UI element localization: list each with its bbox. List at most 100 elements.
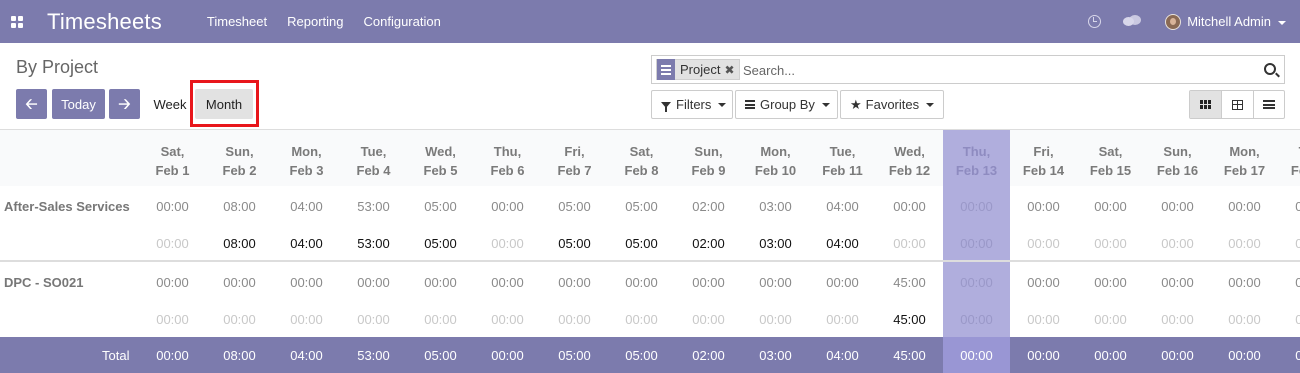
timesheet-cell[interactable]: 00:00 [474, 236, 541, 251]
column-total-cell: 00:00 [1027, 348, 1060, 363]
next-button[interactable]: 🡢 [109, 89, 140, 119]
table-icon [1231, 99, 1243, 110]
group-total-cell: 00:00 [692, 275, 725, 290]
search-facet[interactable]: Project ✖ [656, 59, 740, 80]
timesheet-cell[interactable]: 00:00 [1010, 312, 1077, 327]
today-button[interactable]: Today [52, 89, 105, 119]
menu-configuration[interactable]: Configuration [363, 14, 440, 29]
group-by-dropdown[interactable]: Group By [735, 90, 838, 119]
user-menu[interactable]: Mitchell Admin [1187, 14, 1286, 29]
timesheet-cell[interactable]: 05:00 [407, 236, 474, 251]
timesheet-cell[interactable]: 00:00 [1077, 312, 1144, 327]
top-navbar: Timesheets Timesheet Reporting Configura… [0, 0, 1300, 43]
timesheet-cell[interactable]: 00:00 [876, 236, 943, 251]
user-avatar[interactable] [1165, 13, 1182, 30]
column-date: Feb 18 [1290, 163, 1300, 178]
timesheet-cell[interactable]: 00:00 [139, 236, 206, 251]
timesheet-cell[interactable]: 00:00 [943, 312, 1010, 327]
highlight-annotation [190, 80, 259, 127]
timesheet-cell[interactable]: 00:00 [1278, 312, 1300, 327]
chevron-down-icon [1278, 20, 1286, 25]
menu-timesheet[interactable]: Timesheet [207, 14, 267, 29]
activity-clock-icon[interactable] [1088, 15, 1102, 28]
group-total-cell: 00:00 [1228, 275, 1261, 290]
group-total-cell: 00:00 [893, 199, 926, 214]
group-total-cell: 05:00 [424, 199, 457, 214]
timesheet-cell[interactable]: 00:00 [407, 312, 474, 327]
timesheet-cell[interactable]: 00:00 [1278, 236, 1300, 251]
timesheet-cell[interactable]: 00:00 [742, 312, 809, 327]
view-switcher [1189, 90, 1285, 119]
timesheet-cell[interactable]: 04:00 [809, 236, 876, 251]
timesheet-cell[interactable]: 00:00 [139, 312, 206, 327]
column-date: Feb 11 [822, 163, 863, 178]
apps-menu-icon[interactable] [11, 15, 23, 28]
scale-week-button[interactable]: Week [148, 89, 192, 119]
timesheet-cell[interactable]: 00:00 [1010, 236, 1077, 251]
pivot-view-button[interactable] [1221, 91, 1252, 118]
group-total-cell: 00:00 [223, 275, 256, 290]
timesheet-cell[interactable]: 00:00 [541, 312, 608, 327]
timesheet-cell[interactable]: 00:00 [943, 236, 1010, 251]
timesheet-cell[interactable]: 00:00 [340, 312, 407, 327]
timesheet-cell[interactable]: 00:00 [675, 312, 742, 327]
group-total-cell: 00:00 [1094, 275, 1127, 290]
favorites-label: Favorites [865, 97, 920, 112]
remove-facet-icon[interactable]: ✖ [724, 63, 738, 77]
timesheet-cell[interactable]: 05:00 [608, 236, 675, 251]
group-total-cell: 00:00 [1161, 275, 1194, 290]
timesheet-cell[interactable]: 00:00 [1077, 236, 1144, 251]
column-date: Feb 6 [490, 163, 525, 178]
group-total-cell: 00:00 [960, 275, 993, 290]
messaging-icon[interactable] [1123, 14, 1142, 29]
timesheet-cell[interactable]: 00:00 [1144, 312, 1211, 327]
filters-dropdown[interactable]: Filters [651, 90, 733, 119]
group-total-cell: 05:00 [558, 199, 591, 214]
group-row-label[interactable]: After-Sales Services [4, 199, 130, 214]
list-view-button[interactable] [1252, 91, 1284, 118]
timesheet-cell[interactable]: 00:00 [1211, 312, 1278, 327]
column-total-cell: 00:00 [960, 348, 993, 363]
column-weekday: Sat, [629, 144, 654, 159]
column-date: Feb 2 [222, 163, 257, 178]
column-header: Sat, Feb 15 [1077, 142, 1144, 180]
search-input[interactable]: Search... [743, 63, 795, 78]
previous-button[interactable]: 🡠 [16, 89, 47, 119]
column-total-cell: 00:00 [1228, 348, 1261, 363]
group-row-label[interactable]: DPC - SO021 [4, 275, 83, 290]
app-title[interactable]: Timesheets [47, 9, 162, 35]
timesheet-cell[interactable]: 53:00 [340, 236, 407, 251]
timesheet-cell[interactable]: 08:00 [206, 236, 273, 251]
search-icon[interactable] [1264, 63, 1276, 75]
column-weekday: Sun, [694, 144, 723, 159]
group-total-cell: 00:00 [491, 199, 524, 214]
group-total-cell: 45:00 [893, 275, 926, 290]
timesheet-cell[interactable]: 00:00 [206, 312, 273, 327]
filters-label: Filters [676, 97, 712, 112]
group-total-cell: 00:00 [960, 199, 993, 214]
timesheet-cell[interactable]: 00:00 [1211, 236, 1278, 251]
arrow-left-icon: 🡠 [25, 95, 38, 113]
favorites-dropdown[interactable]: ★ Favorites [840, 90, 944, 119]
timesheet-cell[interactable]: 45:00 [876, 312, 943, 327]
timesheet-cell[interactable]: 00:00 [608, 312, 675, 327]
timesheet-cell[interactable]: 02:00 [675, 236, 742, 251]
timesheet-cell[interactable]: 00:00 [809, 312, 876, 327]
timesheet-cell[interactable]: 03:00 [742, 236, 809, 251]
column-header: Tue, Feb 11 [809, 142, 876, 180]
menu-reporting[interactable]: Reporting [287, 14, 343, 29]
column-header: Wed, Feb 5 [407, 142, 474, 180]
column-weekday: Sun, [1163, 144, 1192, 159]
timesheet-cell[interactable]: 04:00 [273, 236, 340, 251]
column-header: Sun, Feb 9 [675, 142, 742, 180]
column-total-cell: 03:00 [759, 348, 792, 363]
timesheet-cell[interactable]: 00:00 [474, 312, 541, 327]
column-total-cell: 00:00 [1161, 348, 1194, 363]
column-total-cell: 00:00 [1094, 348, 1127, 363]
column-header: Mon, Feb 10 [742, 142, 809, 180]
grid-view-button[interactable] [1190, 91, 1222, 118]
search-bar[interactable]: Project ✖ Search... [651, 55, 1285, 84]
timesheet-cell[interactable]: 00:00 [273, 312, 340, 327]
timesheet-cell[interactable]: 05:00 [541, 236, 608, 251]
timesheet-cell[interactable]: 00:00 [1144, 236, 1211, 251]
